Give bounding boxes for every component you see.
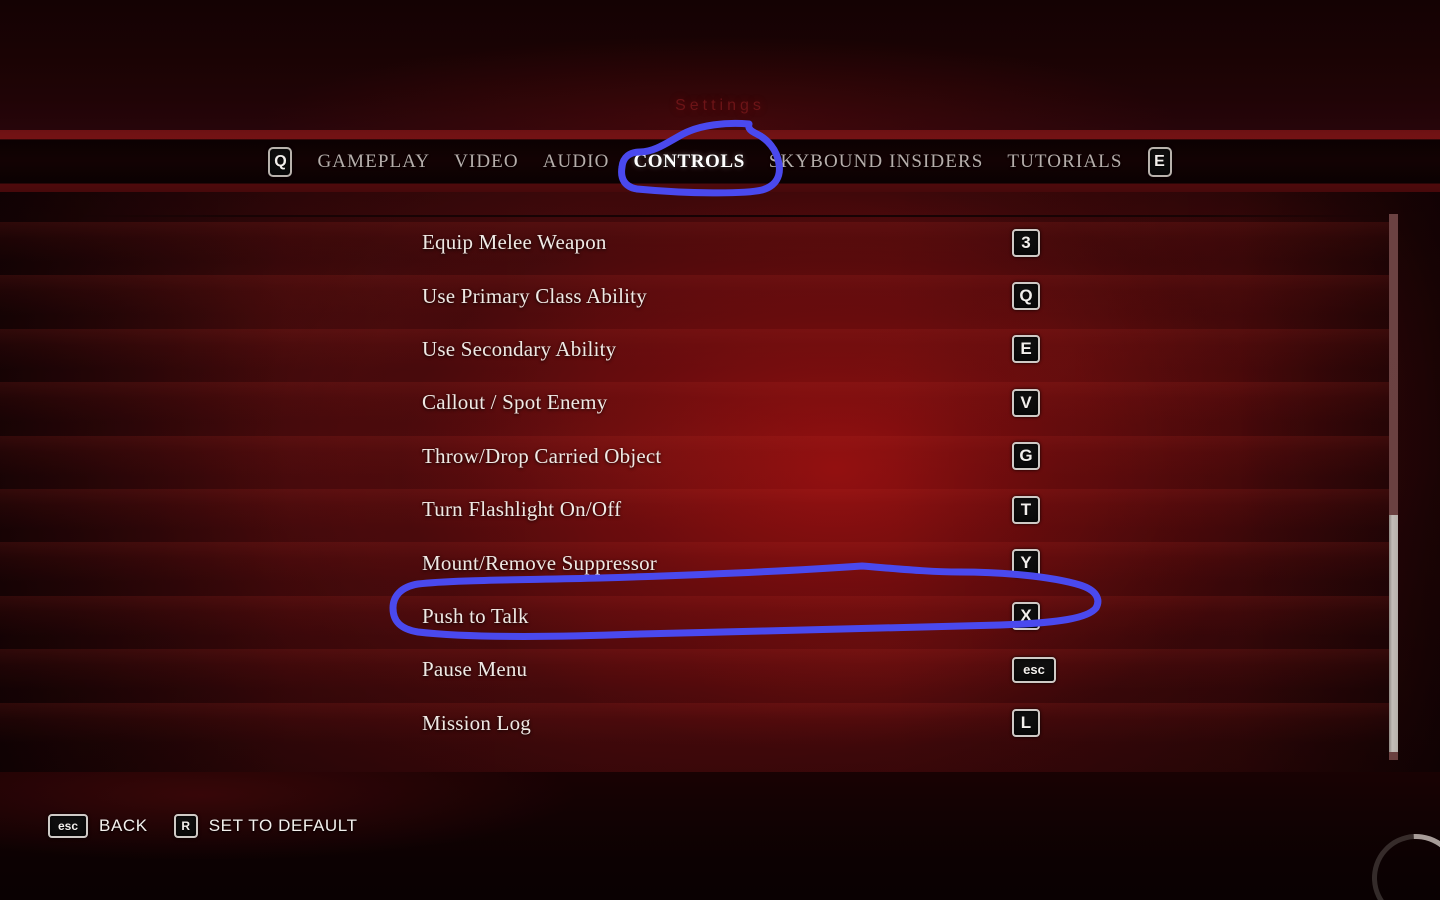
left-bumper-key-label: Q (268, 146, 293, 177)
binding-key-badge[interactable]: T (1012, 495, 1040, 524)
binding-action-label: Use Primary Class Ability (422, 283, 647, 308)
binding-key-badge[interactable]: X (1012, 602, 1040, 631)
row-highlight-band (0, 435, 1395, 476)
binding-key-badge[interactable]: L (1012, 709, 1040, 738)
tab-video[interactable]: VIDEO (442, 151, 531, 173)
table-row[interactable]: Turn Flashlight On/Off T (0, 483, 1440, 536)
binding-key-badge[interactable]: E (1012, 335, 1040, 364)
binding-action-label: Mount/Remove Suppressor (422, 550, 658, 575)
right-bumper-icon[interactable]: E (1147, 146, 1173, 178)
table-row[interactable]: Mount/Remove Suppressor Y (0, 536, 1440, 589)
key-label: V (1012, 388, 1040, 417)
key-label: E (1012, 335, 1040, 364)
binding-key-badge[interactable]: V (1012, 388, 1040, 417)
set-to-default-button[interactable]: R SET TO DEFAULT (173, 814, 384, 838)
back-button[interactable]: esc BACK (48, 814, 174, 838)
binding-action-label: Push to Talk (422, 603, 529, 628)
table-row-push-to-talk[interactable]: Push to Talk X (0, 590, 1440, 643)
binding-key-badge[interactable]: Y (1012, 549, 1040, 578)
key-label: esc (1012, 656, 1056, 683)
table-row[interactable]: Pause Menu esc (0, 643, 1440, 696)
binding-key-badge[interactable]: Q (1012, 282, 1040, 311)
row-highlight-band (0, 595, 1395, 636)
row-highlight-band (0, 382, 1395, 423)
table-row[interactable]: Throw/Drop Carried Object G (0, 430, 1440, 483)
tab-gameplay[interactable]: GAMEPLAY (305, 151, 442, 173)
key-label: X (1012, 602, 1040, 631)
tab-tutorials[interactable]: TUTORIALS (995, 151, 1134, 173)
row-highlight-band (0, 649, 1395, 690)
keybinding-list: Equip Melee Weapon 3 Use Primary Class A… (0, 216, 1440, 772)
row-highlight-band (0, 275, 1395, 316)
key-label: G (1012, 442, 1040, 471)
binding-action-label: Equip Melee Weapon (422, 230, 607, 255)
esc-key-icon: esc (48, 814, 88, 838)
footer-actions: esc BACK R SET TO DEFAULT (48, 814, 384, 838)
key-label: T (1012, 495, 1040, 524)
tab-bar: Q GAMEPLAY VIDEO AUDIO CONTROLS SKYBOUND… (0, 139, 1440, 184)
binding-action-label: Turn Flashlight On/Off (422, 497, 622, 522)
tab-audio[interactable]: AUDIO (531, 151, 622, 173)
back-button-label: BACK (99, 816, 148, 835)
key-label: Y (1012, 549, 1040, 578)
game-settings-screen: Settings Q GAMEPLAY VIDEO AUDIO CONTROLS… (0, 0, 1440, 900)
row-highlight-band (0, 222, 1395, 262)
right-bumper-key-label: E (1147, 146, 1172, 177)
key-label: Q (1012, 282, 1040, 311)
binding-key-badge[interactable]: G (1012, 442, 1040, 471)
table-row[interactable]: Callout / Spot Enemy V (0, 376, 1440, 429)
table-row[interactable]: Equip Melee Weapon 3 (0, 216, 1440, 269)
key-label: L (1012, 709, 1040, 738)
binding-action-label: Callout / Spot Enemy (422, 390, 608, 415)
tab-controls[interactable]: CONTROLS (621, 151, 756, 173)
binding-action-label: Use Secondary Ability (422, 336, 617, 361)
binding-action-label: Pause Menu (422, 657, 528, 682)
table-row[interactable]: Use Secondary Ability E (0, 323, 1440, 376)
table-row[interactable]: Mission Log L (0, 697, 1440, 750)
scrollbar-thumb[interactable] (1389, 515, 1398, 752)
row-highlight-band (0, 488, 1395, 529)
key-label: 3 (1012, 228, 1040, 257)
left-bumper-icon[interactable]: Q (267, 146, 293, 178)
row-highlight-band (0, 328, 1395, 369)
row-highlight-band (0, 542, 1395, 583)
table-row[interactable]: Use Primary Class Ability Q (0, 269, 1440, 322)
set-to-default-label: SET TO DEFAULT (208, 816, 358, 835)
tab-skybound-insiders[interactable]: SKYBOUND INSIDERS (757, 151, 996, 173)
binding-key-badge[interactable]: 3 (1012, 228, 1040, 257)
binding-key-badge[interactable]: esc (1012, 656, 1056, 683)
page-title: Settings (675, 97, 765, 114)
binding-action-label: Throw/Drop Carried Object (422, 443, 662, 468)
r-key-icon: R (173, 814, 198, 838)
row-highlight-band (0, 702, 1395, 743)
binding-action-label: Mission Log (422, 710, 531, 735)
